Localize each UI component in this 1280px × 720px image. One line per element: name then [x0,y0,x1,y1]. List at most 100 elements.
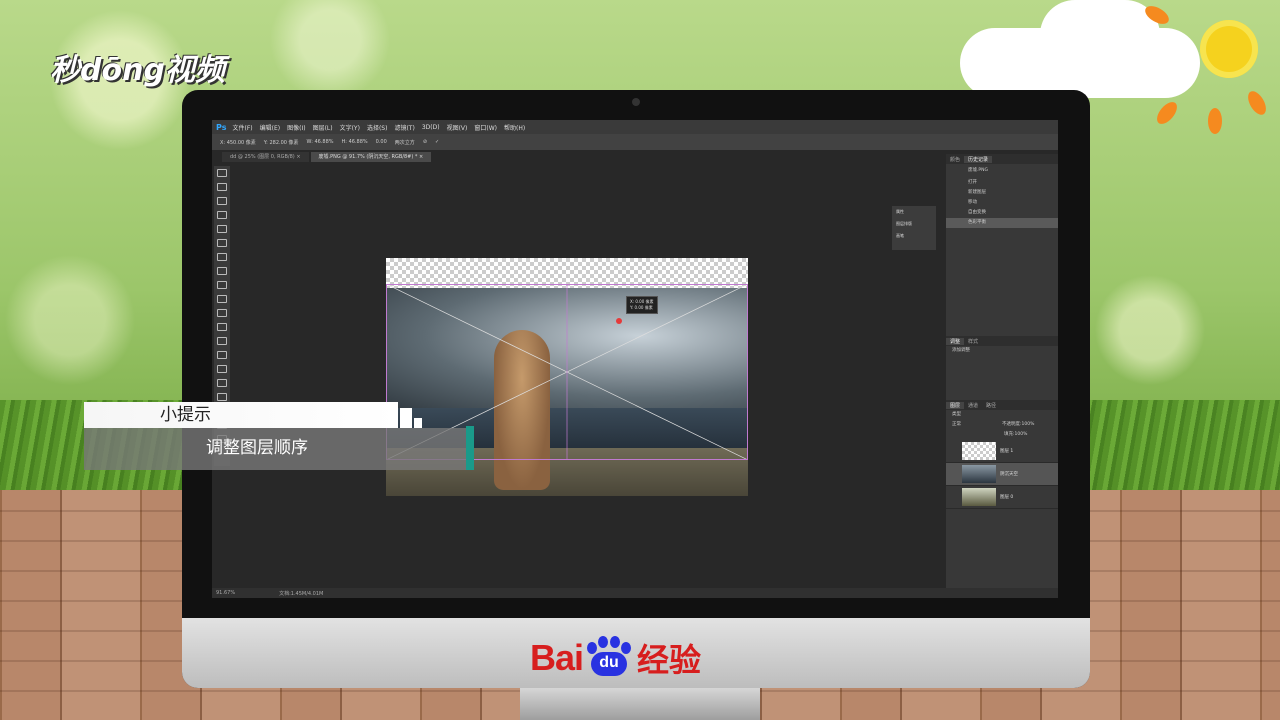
baidu-brand-right: 经验 [637,642,702,678]
y-field[interactable]: Y: 282.00 像素 [264,139,299,146]
angle-field[interactable]: 0.00 [376,139,387,145]
layer-name: 图层 1 [1000,449,1014,454]
baidu-jingyan-logo: Bai du 经验 [530,635,701,681]
menu-edit[interactable]: 编辑(E) [260,123,280,132]
brush-tool-icon[interactable] [217,267,227,275]
path-select-tool-icon[interactable] [217,393,227,401]
tip-decoration [414,418,422,428]
layer-row-selected[interactable]: 阴沉天空 [946,463,1058,486]
baidu-brand-paw: du [591,652,628,676]
zoom-level[interactable]: 91.67% [216,590,235,596]
layer-kind-filter[interactable]: 类型 [946,410,1058,420]
baidu-brand-left: Bai [530,637,584,678]
tab-paths[interactable]: 路径 [982,402,1000,409]
blend-mode-select[interactable]: 正常 [952,420,1002,430]
tip-accent [466,426,474,470]
panel-layer-comps[interactable]: 图层排版 [892,218,936,230]
panel-brush[interactable]: 画笔 [892,230,936,242]
gradient-tool-icon[interactable] [217,323,227,331]
height-field[interactable]: H: 46.88% [342,139,368,145]
menu-select[interactable]: 选择(S) [367,123,388,132]
photoshop-screen: Ps 文件(F) 编辑(E) 图像(I) 图层(L) 文字(Y) 选择(S) 滤… [212,120,1058,598]
canvas-area[interactable]: X: 0.00 像素 Y: 0.00 像素 属性 图层排版 画笔 [232,164,936,588]
options-bar: X: 450.00 像素 Y: 282.00 像素 W: 46.88% H: 4… [212,134,1058,150]
marquee-tool-icon[interactable] [217,183,227,191]
ps-menubar: Ps 文件(F) 编辑(E) 图像(I) 图层(L) 文字(Y) 选择(S) 滤… [212,120,1058,134]
camera-icon [632,98,640,106]
paw-toe [587,642,598,654]
eyedropper-tool-icon[interactable] [217,239,227,247]
x-field[interactable]: X: 450.00 像素 [220,139,256,146]
monitor-stand [520,688,760,720]
history-item-selected[interactable]: 色彩平衡 [946,218,1058,228]
commit-icon[interactable]: ✓ [435,139,439,145]
tab-channels[interactable]: 通道 [964,402,982,409]
dodge-tool-icon[interactable] [217,351,227,359]
eraser-tool-icon[interactable] [217,309,227,317]
adjustments-hint: 添加调整 [952,348,970,353]
history-item[interactable]: 打开 [946,178,1058,188]
transform-tooltip: X: 0.00 像素 Y: 0.00 像素 [626,296,658,314]
interpolation-select[interactable]: 两次立方 [395,139,415,146]
document-tabs: dd @ 25% (图层 0, RGB/8) × 废墟.PNG @ 91.7% … [222,152,433,162]
watermark-logo: 秒dōng视频 [50,53,225,88]
collapsed-panels: 属性 图层排版 画笔 [892,206,936,250]
panel-properties[interactable]: 属性 [892,206,936,218]
adjustment-icons[interactable] [946,356,1058,400]
adjustments-panel-tabs: 调整 样式 [946,336,1058,346]
layer-thumbnail [962,488,996,506]
history-spacer [946,228,1058,336]
lasso-tool-icon[interactable] [217,197,227,205]
tab-document-dd[interactable]: dd @ 25% (图层 0, RGB/8) × [222,152,309,162]
history-snapshot[interactable]: 废墟.PNG [946,164,1058,178]
type-tool-icon[interactable] [217,379,227,387]
cancel-icon[interactable]: ⊘ [423,139,427,145]
menu-file[interactable]: 文件(F) [232,123,252,132]
tab-layers[interactable]: 图层 [946,401,965,409]
history-item[interactable]: 自由变换 [946,208,1058,218]
quick-select-tool-icon[interactable] [217,211,227,219]
opacity-field[interactable]: 100% [1022,420,1035,430]
cloud [1040,0,1160,70]
layers-panel-tabs: 图层 通道 路径 [946,400,1058,410]
menu-view[interactable]: 视图(V) [447,123,468,132]
history-item[interactable]: 移动 [946,198,1058,208]
sun-icon [1200,20,1258,78]
tab-color[interactable]: 颜色 [946,156,964,163]
history-brush-tool-icon[interactable] [217,295,227,303]
right-panels: 颜色 历史记录 废墟.PNG 打开 新建图层 移动 自由变换 色彩平衡 调整 样… [946,154,1058,598]
layer-name: 阴沉天空 [1000,472,1018,477]
opacity-label: 不透明度: [1002,422,1022,427]
menu-type[interactable]: 文字(Y) [340,123,360,132]
layer-row[interactable]: 图层 0 [946,486,1058,509]
layer-row[interactable]: 图层 1 [946,440,1058,463]
menu-window[interactable]: 窗口(W) [474,123,497,132]
width-field[interactable]: W: 46.88% [307,139,334,145]
fill-label: 填充: [1004,432,1015,437]
tooltip-y: Y: 0.00 像素 [630,305,653,310]
history-item[interactable]: 新建图层 [946,188,1058,198]
tab-adjustments[interactable]: 调整 [946,337,965,345]
paw-toe [610,636,621,648]
stamp-tool-icon[interactable] [217,281,227,289]
pen-tool-icon[interactable] [217,365,227,373]
menu-3d[interactable]: 3D(D) [422,124,440,131]
fill-field[interactable]: 100% [1015,430,1028,440]
menu-image[interactable]: 图像(I) [287,123,305,132]
tab-document-ruins[interactable]: 废墟.PNG @ 91.7% (阴沉天空, RGB/8#) * × [310,152,432,162]
ps-logo: Ps [216,122,227,132]
crop-tool-icon[interactable] [217,225,227,233]
blur-tool-icon[interactable] [217,337,227,345]
layer-blend-row: 正常 不透明度: 100% [946,420,1058,430]
move-tool-icon[interactable] [217,169,227,177]
baidu-paw-icon: du [585,636,633,678]
healing-tool-icon[interactable] [217,253,227,261]
tab-history[interactable]: 历史记录 [964,155,993,163]
layer-thumbnail [962,465,996,483]
menu-layer[interactable]: 图层(L) [313,123,333,132]
tab-styles[interactable]: 样式 [964,338,982,345]
tip-decoration [400,408,412,428]
menu-help[interactable]: 帮助(H) [504,123,525,132]
document-size: 文档:1.45M/4.01M [279,590,324,597]
menu-filter[interactable]: 滤镜(T) [394,123,414,132]
